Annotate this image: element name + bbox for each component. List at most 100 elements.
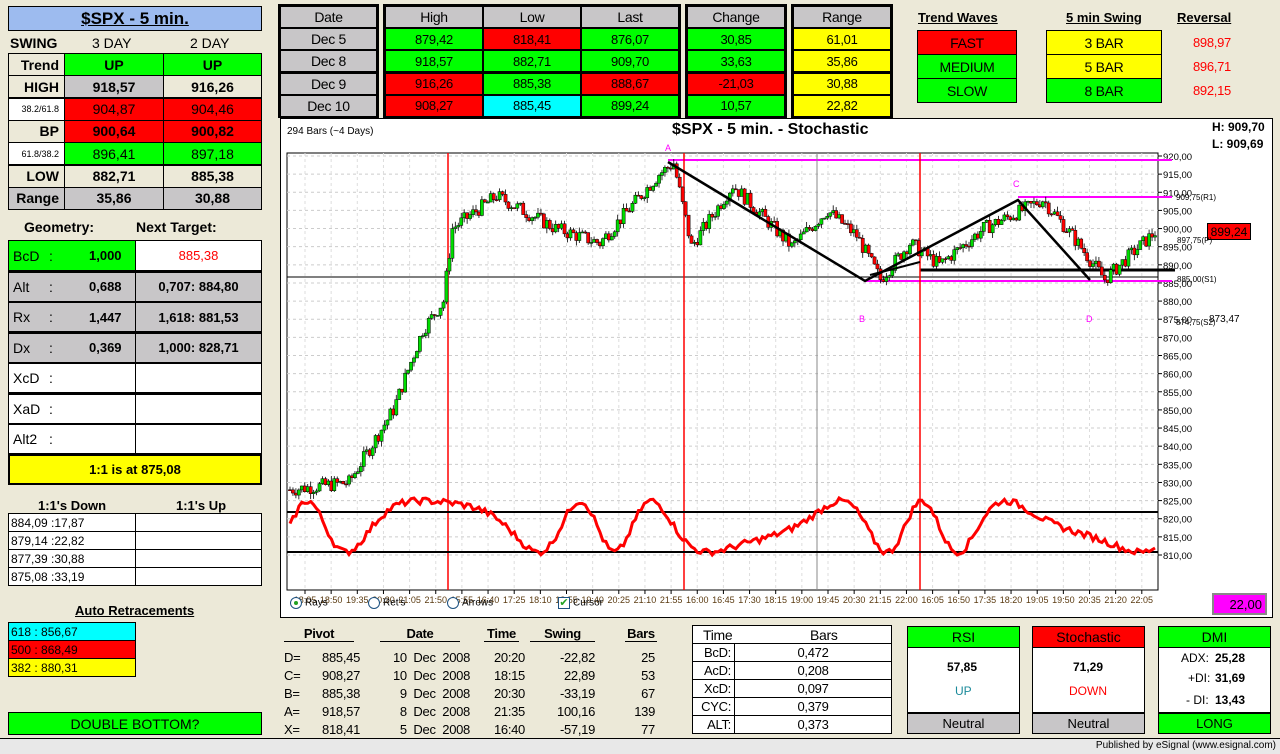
pivot-time: 20:30 [493,686,525,701]
abcd-pattern [667,160,1091,283]
colon: : [49,370,53,386]
reversal-value: 892,15 [1193,83,1231,98]
candle [654,182,658,187]
pivot-swing: 100,16 [557,704,595,719]
geometry-label: Dx [13,339,31,356]
candle [547,220,552,229]
ratio-value: 0,097 [734,679,892,698]
geometry-row-alt: Alt : 0,688 [8,270,136,302]
value-box: 22,00 [1212,593,1267,615]
ones-down-item: 875,08 :33,19 [8,567,136,586]
candle [571,229,576,234]
x-tick-label: 17:25 [503,595,526,605]
candle [426,318,431,334]
status-bar-text: Published by eSignal (www.esignal.com) [1095,740,1276,751]
ones-up-item [135,513,262,532]
candle [359,466,363,473]
plus-di-value: 31,69 [1215,671,1246,685]
cursor-option[interactable]: ✔ Cursor [558,597,603,609]
candle [1135,249,1140,256]
pivot-b-label: B [859,314,866,324]
candle [341,481,345,485]
pivot-bars: 25 [641,650,655,665]
candle [609,236,614,241]
swing-row-label: BP [8,119,65,143]
candle [683,201,688,216]
geometry-label: XcD [13,370,40,386]
arrows-radio[interactable] [447,597,459,609]
pivot-header-bars: Bars [625,626,657,642]
pivot-bars: 77 [641,722,655,737]
ratio-key: BcD: [692,643,735,662]
x-tick-label: 20:25 [608,595,631,605]
x-tick-label: 16:50 [947,595,970,605]
pivot-bars: 67 [641,686,655,701]
pivot-time: 21:35 [493,704,525,719]
candle [601,238,605,247]
last-cell: 909,70 [581,50,679,73]
candle [361,451,366,467]
candle [722,203,726,209]
candle [317,483,322,492]
candle [970,239,974,247]
low-cell: 885,45 [483,94,581,117]
pivot-date: 5 Dec 2008 [399,722,470,737]
candle [872,256,877,265]
y-tick-label: 825,00 [1163,497,1192,508]
cursor-checkbox[interactable]: ✔ [558,597,570,609]
candle [577,232,582,241]
pivot-date: 8 Dec 2008 [399,704,470,719]
candle [379,429,384,442]
candle [866,244,871,254]
stochastic-status: Neutral [1032,712,1145,734]
ratio-value: 0,208 [734,661,892,680]
candle [1100,266,1104,276]
candle [385,419,390,426]
candle [297,489,301,496]
y-tick-label: 835,00 [1163,460,1192,471]
candle [1102,274,1107,281]
rays-option[interactable]: Rays [290,597,328,609]
change-cell: 10,57 [687,94,785,117]
candle [474,209,478,213]
geometry-label: Rx [13,309,31,325]
stochastic-direction: DOWN [1069,684,1107,698]
pivot-date: 10 Dec 2008 [392,668,470,683]
candle [884,277,889,282]
low-cell: 882,71 [483,50,581,73]
ratio-key: AcD: [692,661,735,680]
candle [978,231,983,239]
swing-2day-value: 904,46 [163,97,262,121]
geometry-target: 885,38 [135,240,262,271]
swing-bar-7: 8 BAR [1046,78,1162,103]
geometry-row-dx: Dx : 0,369 [8,331,136,363]
status-bar [0,738,1280,754]
ratio-bars-header: Bars [810,627,838,643]
rets-option[interactable]: Ret's [368,597,405,609]
candle [869,253,874,258]
geometry-value: 1,447 [89,309,122,325]
reversal-value: 898,97 [1193,35,1231,50]
x-tick-label: 18:10 [529,595,552,605]
pivot-name: D= [284,650,301,665]
candle [468,214,472,219]
last-cell: 876,07 [581,28,679,50]
rets-radio[interactable] [368,597,380,609]
candle [406,369,410,374]
candle [1138,240,1143,250]
reversal-value: 896,71 [1193,59,1231,74]
plot-frame [286,152,1159,591]
ones-up-item [135,549,262,568]
arrows-option[interactable]: Arrows [447,597,493,609]
y-tick-label: 880,00 [1163,297,1192,308]
rsi-direction: UP [955,684,972,698]
low-cell: 818,41 [483,28,581,50]
swing-3day-value: 918,57 [64,75,164,99]
candle [1126,249,1131,267]
x-tick-label: 22:00 [895,595,918,605]
pivot-price: 818,41 [322,722,360,737]
rays-radio[interactable] [290,597,302,609]
geometry-row-xad: XaD : [8,392,136,424]
candle [586,232,591,244]
geometry-row-alt2: Alt2 : [8,423,136,454]
